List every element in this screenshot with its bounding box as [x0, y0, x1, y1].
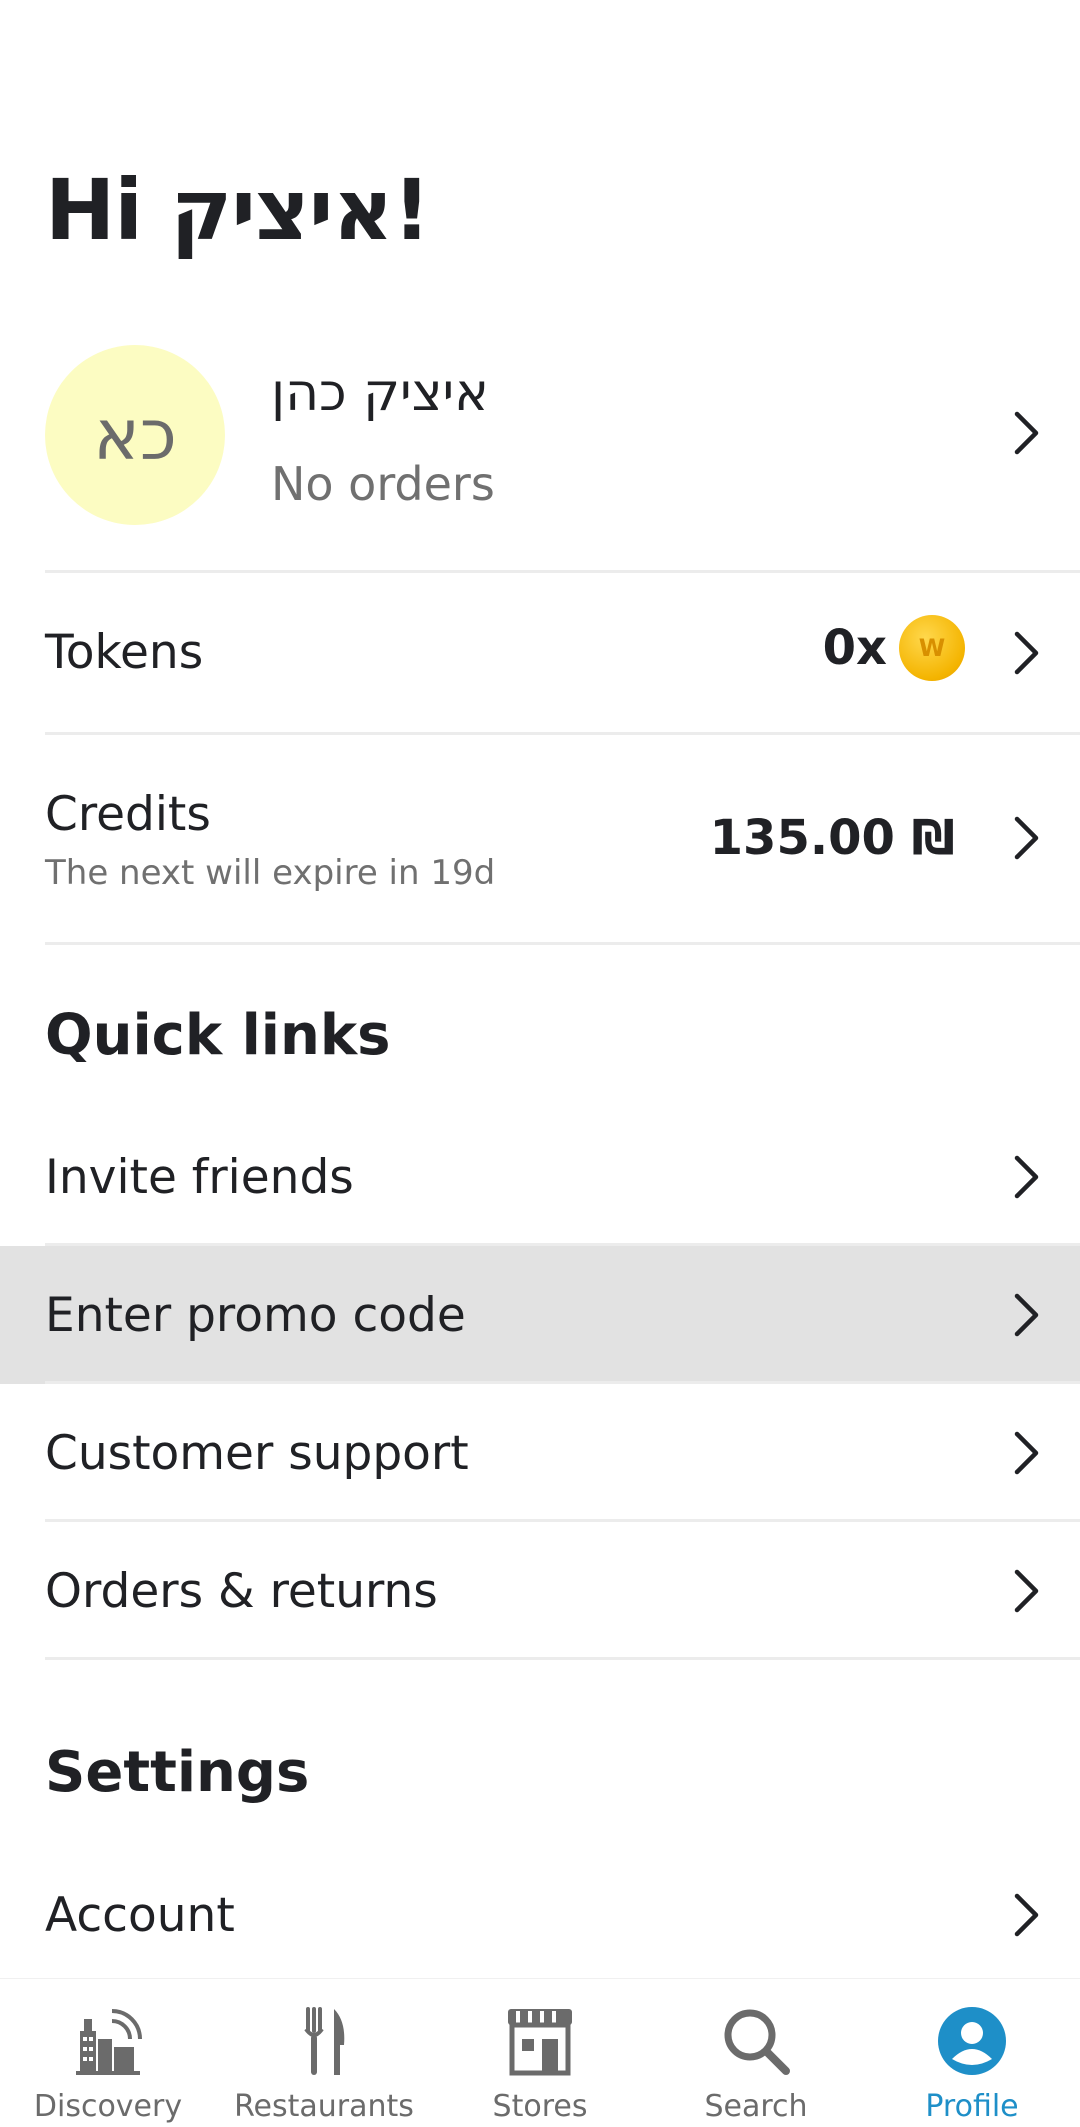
- tokens-count: 0x: [822, 620, 887, 676]
- quick-links-title: Quick links: [45, 1003, 391, 1068]
- quick-link-orders-returns[interactable]: Orders & returns: [0, 1522, 1080, 1660]
- chevron-right-icon: [1012, 1890, 1042, 1940]
- divider: [45, 1657, 1080, 1660]
- nav-profile[interactable]: Profile: [864, 1979, 1080, 2127]
- quick-link-enter-promo-code[interactable]: Enter promo code: [0, 1246, 1080, 1384]
- coin-icon: W: [899, 615, 965, 681]
- nav-label: Discovery: [33, 2089, 183, 2124]
- credits-label: Credits: [45, 787, 211, 842]
- quick-link-label: Customer support: [45, 1426, 469, 1481]
- tokens-value: 0x W: [823, 615, 965, 681]
- settings-item-label: Account: [45, 1888, 235, 1943]
- chevron-right-icon: [1012, 408, 1042, 458]
- avatar: כא: [45, 345, 225, 525]
- avatar-initials: כא: [93, 394, 177, 476]
- nav-restaurants[interactable]: Restaurants: [216, 1979, 432, 2127]
- settings-account[interactable]: Account: [0, 1846, 1080, 1984]
- quick-link-label: Enter promo code: [45, 1288, 466, 1343]
- nav-label: Profile: [925, 2089, 1019, 2124]
- discovery-icon: [68, 2001, 148, 2081]
- tokens-label: Tokens: [45, 625, 204, 680]
- profile-icon: [932, 2001, 1012, 2081]
- quick-link-invite-friends[interactable]: Invite friends: [0, 1108, 1080, 1246]
- chevron-right-icon: [1012, 1290, 1042, 1340]
- nav-label: Search: [704, 2089, 808, 2124]
- profile-orders-status: No orders: [271, 457, 495, 511]
- credits-row[interactable]: Credits The next will expire in 19d 135.…: [45, 735, 1080, 945]
- quick-link-label: Invite friends: [45, 1150, 354, 1205]
- store-icon: [500, 2001, 580, 2081]
- chevron-right-icon: [1012, 628, 1042, 678]
- chevron-right-icon: [1012, 1566, 1042, 1616]
- tokens-row[interactable]: Tokens 0x W: [45, 573, 1080, 735]
- greeting-title: Hi איציק!: [45, 161, 431, 259]
- quick-link-customer-support[interactable]: Customer support: [0, 1384, 1080, 1522]
- chevron-right-icon: [1012, 1152, 1042, 1202]
- fork-knife-icon: [284, 2001, 364, 2081]
- quick-link-label: Orders & returns: [45, 1564, 438, 1619]
- nav-discovery[interactable]: Discovery: [0, 1979, 216, 2127]
- nav-label: Stores: [492, 2089, 588, 2124]
- profile-name: איציק כהן: [271, 363, 489, 423]
- credits-expiry: The next will expire in 19d: [45, 853, 496, 893]
- credits-value: 135.00 ₪: [709, 810, 955, 866]
- coin-letter: W: [918, 634, 946, 662]
- chevron-right-icon: [1012, 1428, 1042, 1478]
- chevron-right-icon: [1012, 813, 1042, 863]
- settings-title: Settings: [45, 1740, 310, 1805]
- bottom-nav: Discovery Restaurants Stores Search Prof…: [0, 1978, 1080, 2127]
- nav-label: Restaurants: [234, 2089, 414, 2124]
- profile-card[interactable]: כא איציק כהן No orders: [45, 345, 1080, 573]
- nav-stores[interactable]: Stores: [432, 1979, 648, 2127]
- nav-search[interactable]: Search: [648, 1979, 864, 2127]
- search-icon: [716, 2001, 796, 2081]
